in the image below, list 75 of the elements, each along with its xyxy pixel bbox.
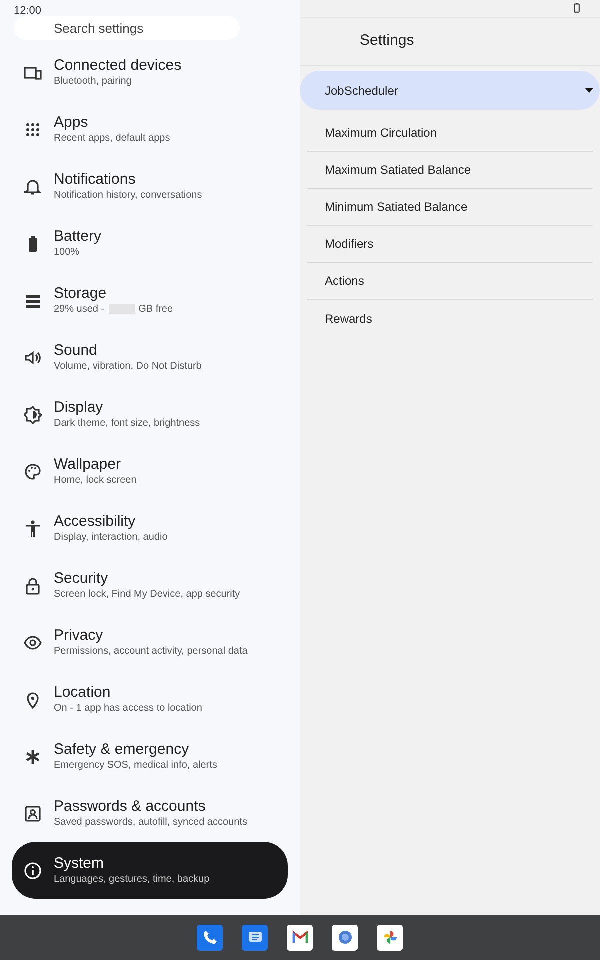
palette-icon [24,462,42,480]
sidebar-item[interactable]: Connected devices Bluetooth, pairing [0,44,300,101]
item-title: Connected devices [54,56,182,74]
item-subtitle: Permissions, account activity, personal data [54,644,248,658]
item-title: Battery [54,228,102,246]
item-subtitle: Saved passwords, autofill, synced accounts [54,816,248,830]
sidebar-item[interactable]: System Languages, gestures, time, backup [12,842,288,899]
caret-icon [585,88,594,93]
item-subtitle: Display, interaction, audio [54,530,168,544]
item-title: Safety & emergency [54,740,190,758]
sidebar-item[interactable]: Notifications Notification history, conversations [0,158,300,215]
search-field[interactable]: Search settings [14,16,240,40]
mail-icon[interactable] [287,924,313,950]
page-title: Settings [300,18,600,66]
sidebar-item[interactable]: Passwords & accounts Saved passwords, autofill, synced accounts [0,785,300,842]
item-title: Notifications [54,170,137,188]
apps-grid-icon [24,120,42,138]
lock-icon [24,576,42,594]
globe-icon[interactable] [332,924,358,950]
item-subtitle: Recent apps, default apps [54,132,170,146]
list-item[interactable]: Maximum Circulation [307,115,593,152]
speaker-icon [24,348,42,366]
item-subtitle: On - 1 app has access to location [54,702,202,716]
sidebar-item[interactable]: Privacy Permissions, account activity, personal data [0,614,300,671]
item-title: Display [54,398,104,416]
sidebar-item[interactable]: Accessibility Display, interaction, audio [0,500,300,557]
sidebar-item[interactable]: Apps Recent apps, default apps [0,101,300,158]
item-subtitle: GB free [138,304,174,314]
list-item[interactable]: Rewards [307,300,593,337]
phone-icon[interactable] [197,924,223,950]
account-card-icon [24,804,42,822]
item-title: Location [54,684,112,702]
battery-icon [574,3,580,13]
item-subtitle: 100% [54,246,81,260]
list-item[interactable]: Actions [307,263,593,300]
pinwheel-icon[interactable] [377,924,403,950]
item-subtitle: Notification history, conversations [54,188,202,202]
item-subtitle: Home, lock screen [54,474,137,488]
item-subtitle: Dark theme, font size, brightness [54,416,200,430]
item-title: Storage [54,284,108,302]
status-time: 12:00 [13,4,43,16]
accessibility-icon [24,520,42,538]
item-subtitle: 29% used - [54,304,105,314]
dropdown-field[interactable]: JobScheduler [300,71,600,110]
sidebar-item[interactable]: Safety & emergency Emergency SOS, medical info, alerts [0,728,300,785]
brightness-icon [24,406,42,424]
sidebar-item[interactable]: Wallpaper Home, lock screen [0,443,300,500]
bell-icon [24,178,42,196]
item-title: Privacy [54,626,104,644]
info-icon [24,862,42,880]
list-item[interactable]: Minimum Satiated Balance [307,189,593,226]
sidebar-item[interactable]: Location On - 1 app has access to location [0,671,300,728]
sidebar-item[interactable]: Security Screen lock, Find My Device, app security [0,557,300,614]
item-subtitle: Volume, vibration, Do Not Disturb [54,360,202,374]
item-title: Sound [54,342,98,360]
item-title: Accessibility [54,512,137,530]
item-subtitle: Languages, gestures, time, backup [54,872,210,886]
item-subtitle: Emergency SOS, medical info, alerts [54,758,218,772]
sidebar-item[interactable]: Battery 100% [0,215,300,272]
item-subtitle: Bluetooth, pairing [54,74,133,88]
item-title: System [54,854,106,872]
asterisk-icon [24,748,42,766]
sidebar-item[interactable]: Storage 29% used - GB free [0,272,300,329]
location-pin-icon [24,690,42,708]
chat-icon[interactable] [242,924,268,950]
item-subtitle: Screen lock, Find My Device, app security [54,588,240,602]
sidebar-item[interactable]: Sound Volume, vibration, Do Not Disturb [0,329,300,386]
item-title: Apps [54,114,90,132]
item-title: Security [54,570,110,588]
sidebar-item[interactable]: Display Dark theme, font size, brightness [0,386,300,443]
eye-icon [24,634,42,652]
item-title: Passwords & accounts [54,798,207,816]
list-item[interactable]: Maximum Satiated Balance [307,152,593,189]
item-title: Wallpaper [54,456,122,474]
list-item[interactable]: Modifiers [307,226,593,263]
